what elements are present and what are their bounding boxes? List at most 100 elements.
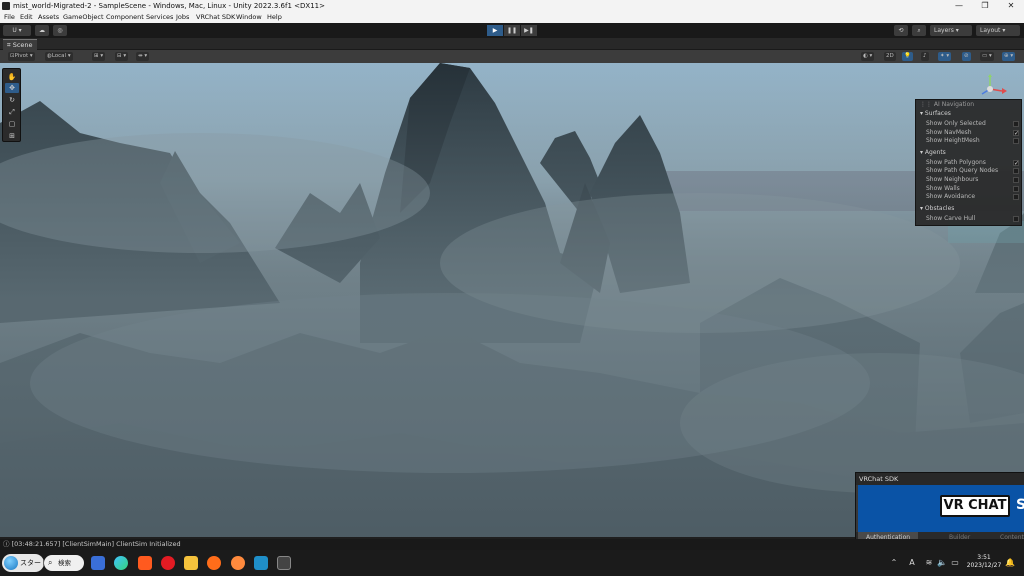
taskbar-clock[interactable]: 3:51 2023/12/27: [966, 554, 1002, 570]
hand-tool-icon[interactable]: ✋: [5, 72, 19, 82]
section-surfaces-label: Surfaces: [924, 110, 951, 117]
checkbox-show-avoidance[interactable]: [1013, 194, 1019, 200]
option-show-navmesh: Show NavMesh: [926, 129, 972, 136]
scene-tab-bar: ⌗ Scene: [0, 38, 1024, 50]
section-obstacles[interactable]: ▾ Obstacles: [920, 205, 954, 213]
section-agents-label: Agents: [924, 149, 946, 156]
edge-browser-icon[interactable]: [114, 556, 128, 570]
pause-button[interactable]: ❚❚: [504, 25, 520, 36]
ime-indicator[interactable]: A: [905, 556, 919, 570]
windows-orb-icon: [4, 556, 18, 570]
section-surfaces[interactable]: ▾ Surfaces: [920, 110, 951, 118]
rotate-tool-icon[interactable]: ↻: [5, 95, 19, 105]
start-button[interactable]: スタート: [2, 554, 48, 572]
collab-icon[interactable]: ◎: [53, 25, 67, 36]
taskbar-search[interactable]: ⌕ 検索: [44, 555, 84, 571]
menu-vrchat-sdk[interactable]: VRChat SDK: [196, 12, 235, 23]
maximize-button[interactable]: ❐: [972, 0, 998, 12]
unity-app-icon[interactable]: [277, 556, 291, 570]
option-show-only-selected: Show Only Selected: [926, 120, 986, 127]
scene-viewport[interactable]: [0, 63, 1024, 537]
unity-logo-icon: [2, 2, 10, 10]
console-status-text: [03:48:21.657] [ClientSimMain] ClientSim…: [11, 540, 181, 548]
file-explorer-icon[interactable]: [184, 556, 198, 570]
wifi-icon[interactable]: ≋: [923, 556, 935, 570]
checkbox-show-walls[interactable]: [1013, 186, 1019, 192]
scene-tool-palette: ✋ ✥ ↻ ⤢ ▢ ⊞: [2, 68, 21, 142]
vrchat-sdk-panel: VRChat SDK VR CHAT S Authentication Buil…: [855, 472, 1024, 544]
local-toggle[interactable]: ◍Local ▾: [45, 52, 73, 61]
vrchat-logo: VR CHAT: [940, 495, 1010, 517]
minimize-button[interactable]: —: [946, 0, 972, 12]
close-button[interactable]: ✕: [998, 0, 1024, 12]
account-dropdown[interactable]: U ▾: [3, 25, 31, 36]
menu-window[interactable]: Window: [236, 12, 262, 23]
layers-dropdown[interactable]: Layers ▾: [930, 25, 972, 36]
2d-toggle[interactable]: 2D: [884, 52, 896, 61]
gizmos-icon[interactable]: ⊕ ▾: [1002, 52, 1016, 61]
checkbox-show-path-polygons[interactable]: ✓: [1013, 160, 1019, 167]
draw-mode-icon[interactable]: ◐ ▾: [861, 52, 875, 61]
history-icon[interactable]: ⟲: [894, 25, 908, 36]
battery-icon[interactable]: ▭: [949, 556, 961, 570]
step-button[interactable]: ▶❚: [521, 25, 537, 36]
menu-file[interactable]: File: [4, 12, 15, 23]
notification-bell-icon[interactable]: 🔔: [1004, 556, 1016, 570]
clock-date: 2023/12/27: [966, 562, 1002, 569]
play-button[interactable]: ▶: [487, 25, 503, 36]
menu-assets[interactable]: Assets: [38, 12, 59, 23]
lighting-icon[interactable]: 💡: [902, 52, 913, 61]
houdini-icon[interactable]: [207, 556, 221, 570]
main-toolbar: U ▾ ☁ ◎ ▶ ❚❚ ▶❚ ⟲ ⌕ Layers ▾ Layout ▾: [0, 23, 1024, 38]
window-title: mist_world-Migrated-2 - SampleScene - Wi…: [13, 2, 325, 10]
vrchat-sdk-title: VRChat SDK: [856, 473, 1024, 485]
volume-icon[interactable]: 🔈: [936, 556, 948, 570]
menu-jobs[interactable]: Jobs: [176, 12, 189, 23]
brave-browser-icon[interactable]: [138, 556, 152, 570]
layers-label: Layers: [934, 27, 954, 34]
menu-help[interactable]: Help: [267, 12, 282, 23]
app-window-icon[interactable]: [254, 556, 268, 570]
checkbox-show-path-query-nodes[interactable]: [1013, 168, 1019, 174]
camera-icon[interactable]: ▭ ▾: [980, 52, 994, 61]
local-label: Local: [51, 53, 67, 59]
audio-icon[interactable]: ♪: [921, 52, 929, 61]
section-agents[interactable]: ▾ Agents: [920, 149, 946, 157]
effects-icon[interactable]: ✦ ▾: [938, 52, 952, 61]
menu-services[interactable]: Services: [146, 12, 173, 23]
tab-scene[interactable]: ⌗ Scene: [3, 39, 37, 50]
move-tool-icon[interactable]: ✥: [5, 83, 19, 93]
search-icon[interactable]: ⌕: [912, 25, 926, 36]
rect-tool-icon[interactable]: ▢: [5, 119, 19, 129]
layout-dropdown[interactable]: Layout ▾: [976, 25, 1020, 36]
hidden-objects-icon[interactable]: ⊘: [962, 52, 971, 61]
vrchat-logo-tail: S: [1016, 497, 1024, 513]
snap-increment-icon[interactable]: ⊟ ▾: [115, 52, 129, 61]
transform-tool-icon[interactable]: ⊞: [5, 131, 19, 141]
checkbox-show-navmesh[interactable]: ✓: [1013, 130, 1019, 137]
unity-editor-window: mist_world-Migrated-2 - SampleScene - Wi…: [0, 0, 1024, 576]
taskbar-search-label: 検索: [58, 559, 71, 567]
playmode-controls: ▶ ❚❚ ▶❚: [487, 25, 537, 36]
menu-component[interactable]: Component: [106, 12, 144, 23]
houdini-alt-icon[interactable]: [231, 556, 245, 570]
tab-scene-label: Scene: [12, 41, 33, 49]
menu-edit[interactable]: Edit: [20, 12, 33, 23]
scale-tool-icon[interactable]: ⤢: [5, 107, 19, 117]
opera-browser-icon[interactable]: [161, 556, 175, 570]
menu-gameobject[interactable]: GameObject: [63, 12, 104, 23]
incremental-snap-icon[interactable]: ⇹ ▾: [136, 52, 150, 61]
checkbox-show-neighbours[interactable]: [1013, 177, 1019, 183]
option-show-carve-hull: Show Carve Hull: [926, 215, 976, 222]
checkbox-show-carve-hull[interactable]: [1013, 216, 1019, 222]
checkbox-show-only-selected[interactable]: [1013, 121, 1019, 127]
widgets-icon[interactable]: [91, 556, 105, 570]
grid-snap-icon[interactable]: ⊞ ▾: [92, 52, 106, 61]
windows-taskbar: スタート ⌕ 検索 ⌃ A ≋ 🔈 ▭ 3:51 2023/12/27 🔔: [0, 550, 1024, 576]
checkbox-show-heightmesh[interactable]: [1013, 138, 1019, 144]
pivot-label: Pivot: [14, 53, 29, 59]
show-hidden-icons[interactable]: ⌃: [888, 556, 900, 570]
cloud-icon[interactable]: ☁: [35, 25, 49, 36]
console-status-message[interactable]: ⓘ [03:48:21.657] [ClientSimMain] ClientS…: [3, 539, 181, 550]
pivot-toggle[interactable]: ⊡Pivot ▾: [8, 52, 35, 61]
